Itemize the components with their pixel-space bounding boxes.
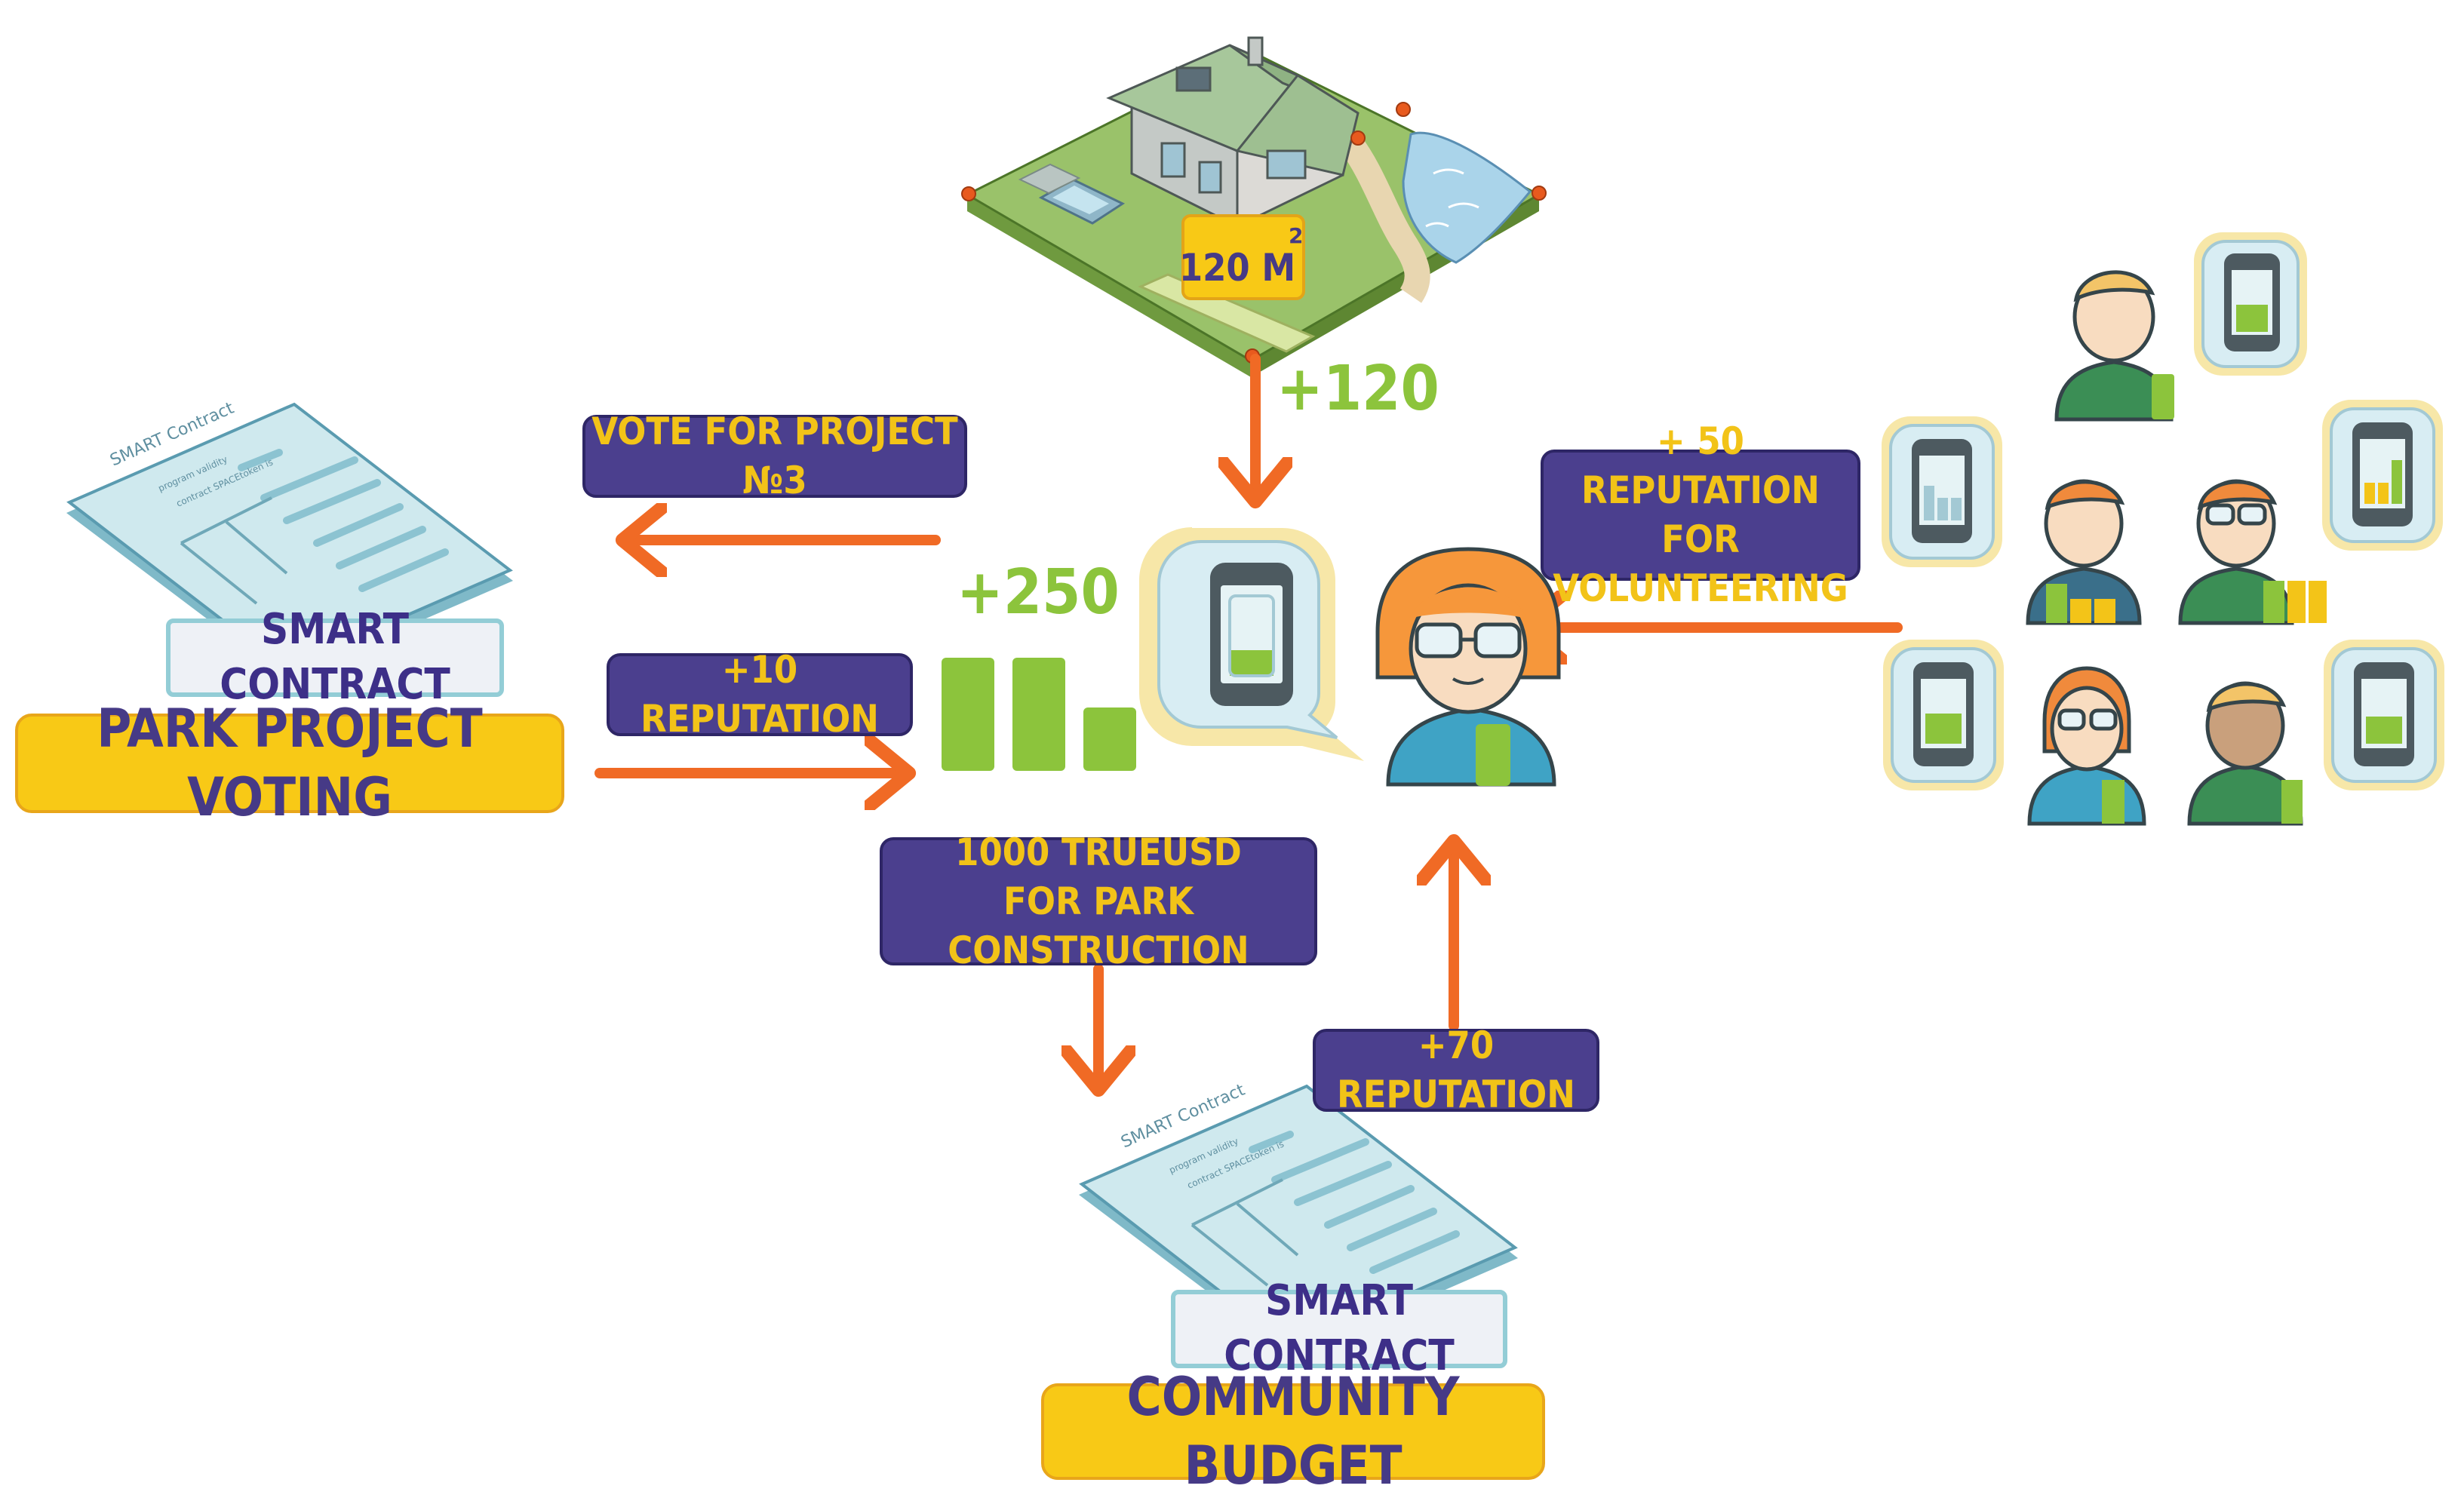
reputation-70-label: +70 REPUTATION <box>1313 1024 1599 1116</box>
property-illustration <box>961 36 1547 377</box>
property-points: +120 <box>1277 353 1439 425</box>
community-phone-1 <box>2194 232 2307 376</box>
property-area-label: 120 M <box>1179 246 1295 290</box>
left-smart-contract-tag: SMART CONTRACT <box>166 605 504 709</box>
community-person-4 <box>2027 666 2146 826</box>
community-person-3 <box>2178 479 2327 625</box>
park-project-voting-title: PARK PROJECT VOTING <box>15 698 564 828</box>
reputation-10-label: +10 REPUTATION <box>607 648 913 741</box>
community-phone-4 <box>1883 640 2004 790</box>
community-group <box>1882 232 2444 826</box>
community-phone-5 <box>2324 640 2444 790</box>
central-user-avatar <box>1375 547 1561 787</box>
bottom-smart-contract-tag: SMART CONTRACT <box>1171 1276 1507 1380</box>
community-budget-title: COMMUNITY BUDGET <box>1041 1366 1545 1496</box>
trueusd-label: 1000 TRUEUSD FOR PARK CONSTRUCTION <box>880 830 1317 972</box>
community-phone-3 <box>2322 400 2443 551</box>
community-phone-2 <box>1882 416 2002 567</box>
community-person-5 <box>2187 681 2303 826</box>
volunteer-reputation-label: + 50 REPUTATION FOR VOLUNTEERING <box>1541 419 1860 610</box>
central-phone-bubble <box>1139 527 1364 761</box>
score-points: +250 <box>957 557 1120 628</box>
reputation-bars <box>942 658 1136 771</box>
property-area-superscript: 2 <box>1289 223 1303 248</box>
vote-for-project-label: VOTE FOR PROJECT №3 <box>582 410 967 502</box>
community-person-1 <box>2054 270 2174 422</box>
community-person-2 <box>2026 479 2142 625</box>
